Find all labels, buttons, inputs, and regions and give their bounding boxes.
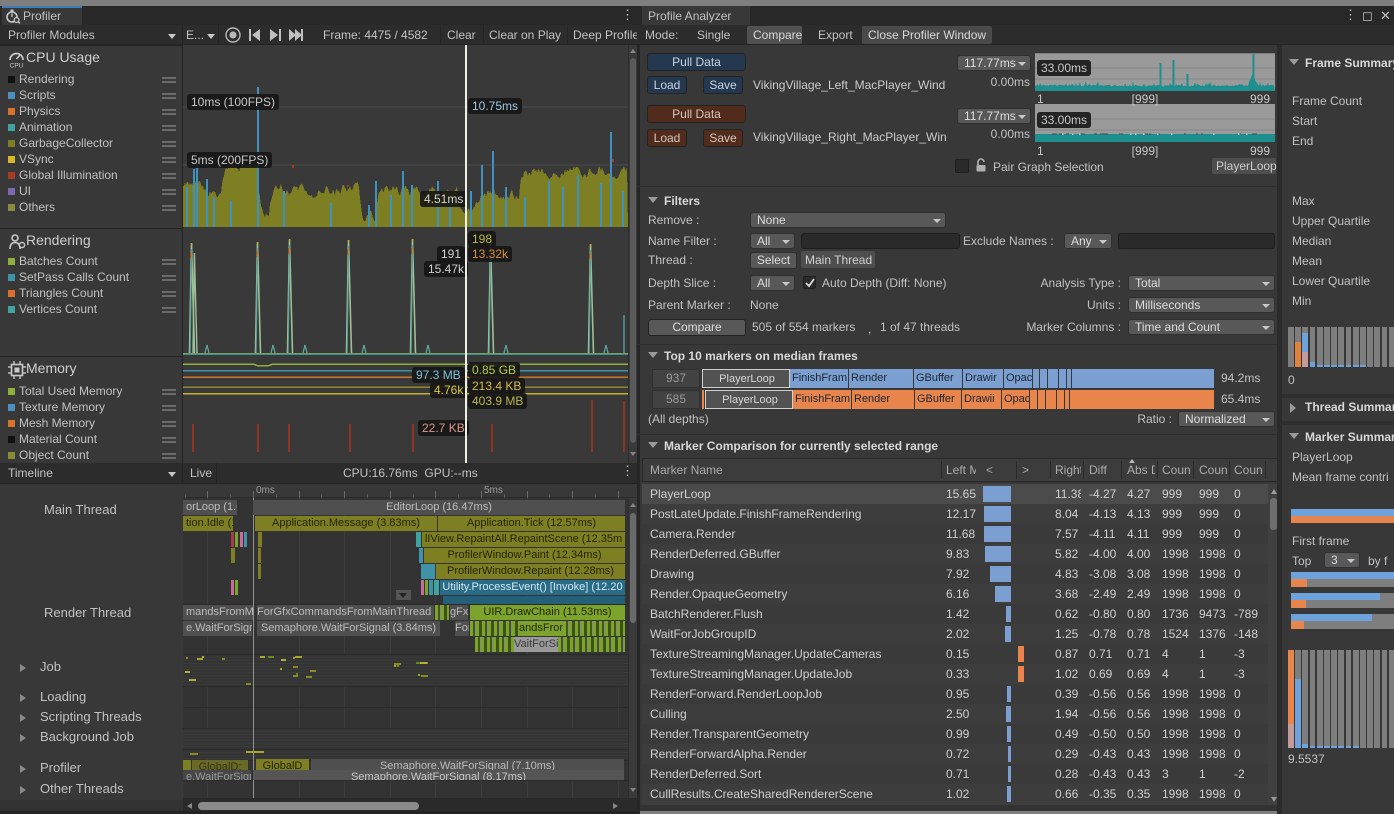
svg-text:CPU: CPU [10,63,24,70]
